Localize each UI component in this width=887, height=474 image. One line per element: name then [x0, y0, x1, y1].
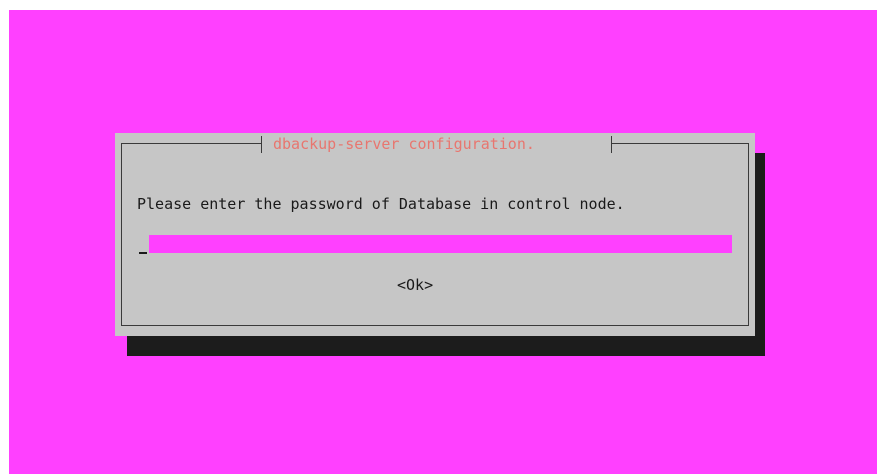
frame-top-left: [121, 143, 261, 144]
ok-button[interactable]: <Ok>: [397, 274, 433, 296]
text-cursor: [139, 252, 147, 254]
text-cursor-block: [137, 235, 149, 253]
frame-right: [748, 143, 749, 326]
password-input[interactable]: [137, 235, 732, 253]
frame-left: [121, 143, 122, 326]
config-dialog: dbackup-server configuration. Please ent…: [115, 133, 755, 336]
title-bracket-left: [261, 136, 262, 153]
title-bracket-right: [611, 136, 612, 153]
dialog-title: dbackup-server configuration.: [273, 135, 535, 153]
frame-top-right: [612, 143, 748, 144]
password-prompt: Please enter the password of Database in…: [137, 195, 625, 213]
frame-bottom: [121, 325, 749, 326]
